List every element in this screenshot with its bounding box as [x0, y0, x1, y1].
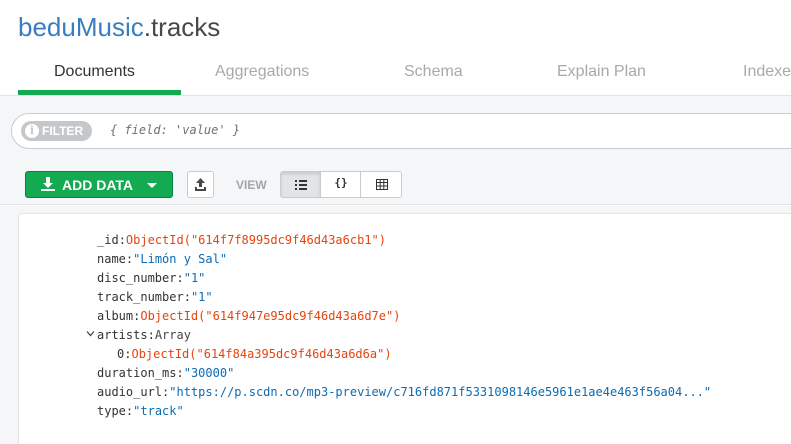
filter-label: FILTER [42, 124, 84, 138]
tab-documents[interactable]: Documents [54, 54, 135, 95]
view-switcher: {} [280, 171, 402, 198]
field-key: track_number [97, 290, 184, 304]
import-button[interactable] [187, 171, 214, 198]
json-view-button[interactable]: {} [321, 172, 361, 197]
field-value[interactable]: "1" [191, 290, 213, 304]
table-view-icon [376, 179, 388, 190]
field-value[interactable]: "track" [133, 404, 184, 418]
array-element: 0:ObjectId("614f84a395dc9f46d43a6d6a") [117, 347, 392, 361]
chevron-down-icon [147, 183, 157, 188]
document-field: album:ObjectId("614f947e95dc9f46d43a6d7e… [97, 309, 401, 323]
info-icon: i [25, 124, 39, 138]
query-bar: i FILTER { field: 'value' } [0, 95, 791, 161]
field-value[interactable]: "30000" [184, 366, 235, 380]
upload-icon [195, 178, 206, 191]
list-view-button[interactable] [281, 172, 321, 197]
field-value: Array [154, 328, 191, 342]
document-field: artists:Array [97, 328, 191, 342]
expand-caret-icon[interactable] [86, 329, 95, 338]
document-field: name:"Limón y Sal" [97, 252, 228, 266]
tab-aggregations[interactable]: Aggregations [215, 54, 309, 95]
document-field: disc_number:"1" [97, 271, 206, 285]
field-key: _id [97, 233, 119, 247]
field-key: name [97, 252, 126, 266]
list-view-icon [295, 180, 307, 190]
namespace-title: beduMusic.tracks [18, 12, 220, 43]
field-key: album [97, 309, 134, 323]
add-data-label: ADD DATA [62, 177, 134, 193]
download-icon [41, 177, 55, 191]
field-key: audio_url [97, 385, 163, 399]
documents-toolbar: ADD DATA VIEW {} [0, 161, 791, 205]
document-field: duration_ms:"30000" [97, 366, 235, 380]
document-field: audio_url:"https://p.scdn.co/mp3-preview… [97, 385, 712, 399]
field-key: duration_ms [97, 366, 177, 380]
tab-indexes[interactable]: Indexe [743, 54, 791, 95]
table-view-button[interactable] [362, 172, 401, 197]
field-value[interactable]: ObjectId("614f84a395dc9f46d43a6d6a") [131, 347, 391, 361]
json-view-icon: {} [334, 176, 348, 189]
tab-explain-plan[interactable]: Explain Plan [557, 54, 646, 95]
document-field: type:"track" [97, 404, 184, 418]
field-key: disc_number [97, 271, 177, 285]
filter-placeholder: { field: 'value' } [110, 123, 241, 137]
field-value[interactable]: ObjectId("614f947e95dc9f46d43a6d7e") [140, 309, 400, 323]
document-field: _id:ObjectId("614f7f8995dc9f46d43a6cb1") [97, 233, 387, 247]
tab-schema[interactable]: Schema [404, 54, 463, 95]
database-name: beduMusic [18, 12, 144, 42]
field-value[interactable]: ObjectId("614f7f8995dc9f46d43a6cb1") [126, 233, 386, 247]
collection-tabs: Documents Aggregations Schema Explain Pl… [18, 54, 791, 95]
document-field: track_number:"1" [97, 290, 213, 304]
field-value[interactable]: "Limón y Sal" [133, 252, 227, 266]
view-label: VIEW [236, 178, 267, 192]
field-value[interactable]: "1" [184, 271, 206, 285]
collection-header: beduMusic.tracks Documents Aggregations … [0, 0, 791, 95]
filter-input[interactable]: i FILTER { field: 'value' } [11, 113, 791, 149]
collection-name: .tracks [143, 12, 221, 42]
add-data-button[interactable]: ADD DATA [25, 171, 173, 198]
field-value[interactable]: "https://p.scdn.co/mp3-preview/c716fd871… [169, 385, 711, 399]
field-key: type [97, 404, 126, 418]
field-key: artists [97, 328, 148, 342]
filter-label-pill[interactable]: i FILTER [21, 121, 92, 141]
